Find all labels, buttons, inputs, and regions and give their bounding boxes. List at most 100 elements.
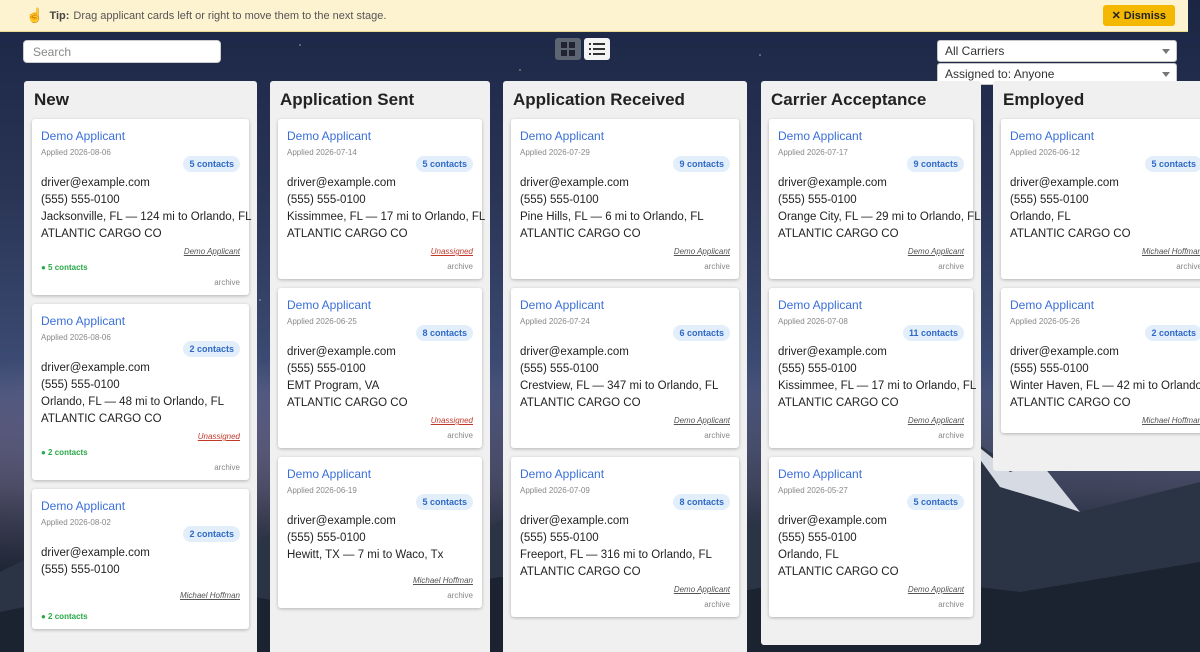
applicant-name-link[interactable]: Demo Applicant bbox=[778, 467, 964, 481]
applicant-email: driver@example.com bbox=[520, 346, 629, 358]
list-icon bbox=[589, 43, 605, 55]
applicant-email: driver@example.com bbox=[1010, 177, 1119, 189]
column-new: New Demo Applicant Applied 2026-08-06 5 … bbox=[24, 81, 257, 652]
applicant-card[interactable]: Demo Applicant Applied 2026-06-25 8 cont… bbox=[278, 288, 482, 448]
contacts-badge[interactable]: 5 contacts bbox=[1145, 156, 1200, 172]
archive-link[interactable]: archive bbox=[1010, 262, 1200, 271]
list-view-button[interactable] bbox=[584, 38, 610, 60]
applicant-card[interactable]: Demo Applicant Applied 2026-07-08 11 con… bbox=[769, 288, 977, 448]
archive-link[interactable]: archive bbox=[287, 262, 473, 271]
archive-link[interactable]: archive bbox=[287, 431, 473, 440]
applicant-card[interactable]: Demo Applicant Applied 2026-08-06 2 cont… bbox=[32, 304, 249, 480]
applicant-phone: (555) 555-0100 bbox=[287, 363, 366, 375]
assignee-link[interactable]: Unassigned bbox=[287, 416, 473, 425]
assignee-link[interactable]: Demo Applicant bbox=[520, 585, 730, 594]
dismiss-label: Dismiss bbox=[1123, 9, 1166, 22]
contacts-badge[interactable]: 6 contacts bbox=[673, 325, 730, 341]
contacts-badge[interactable]: 11 contacts bbox=[902, 325, 964, 341]
contacts-badge[interactable]: 5 contacts bbox=[416, 156, 473, 172]
assignee-link[interactable]: Michael Hoffman bbox=[287, 576, 473, 585]
search-input[interactable] bbox=[23, 40, 221, 63]
applicant-name-link[interactable]: Demo Applicant bbox=[287, 129, 473, 143]
applicant-name-link[interactable]: Demo Applicant bbox=[520, 298, 730, 312]
assignee-link[interactable]: Michael Hoffman bbox=[1010, 416, 1200, 425]
applicant-name-link[interactable]: Demo Applicant bbox=[287, 298, 473, 312]
contacts-badge[interactable]: 9 contacts bbox=[907, 156, 964, 172]
applicant-phone: (555) 555-0100 bbox=[1010, 194, 1089, 206]
grid-icon bbox=[561, 42, 575, 56]
archive-link[interactable]: archive bbox=[41, 278, 240, 287]
dismiss-button[interactable]: ✕ Dismiss bbox=[1102, 5, 1175, 26]
applicant-location: EMT Program, VA bbox=[287, 380, 380, 392]
applicant-name-link[interactable]: Demo Applicant bbox=[41, 129, 240, 143]
contacts-badge[interactable]: 8 contacts bbox=[673, 494, 730, 510]
applicant-name-link[interactable]: Demo Applicant bbox=[778, 298, 964, 312]
applicant-email: driver@example.com bbox=[41, 362, 150, 374]
applicant-card[interactable]: Demo Applicant Applied 2026-08-06 5 cont… bbox=[32, 119, 252, 295]
applicant-email: driver@example.com bbox=[778, 177, 887, 189]
applicant-carrier: ATLANTIC CARGO CO bbox=[1010, 228, 1131, 240]
applicant-location: Jacksonville, FL — 124 mi to Orlando, FL bbox=[41, 211, 252, 223]
applicant-name-link[interactable]: Demo Applicant bbox=[1010, 298, 1200, 312]
archive-link[interactable]: archive bbox=[520, 262, 730, 271]
applicant-email: driver@example.com bbox=[41, 547, 150, 559]
assignee-link[interactable]: Unassigned bbox=[41, 432, 240, 441]
archive-link[interactable]: archive bbox=[778, 262, 964, 271]
archive-link[interactable]: archive bbox=[778, 431, 964, 440]
applicant-card[interactable]: Demo Applicant Applied 2026-07-14 5 cont… bbox=[278, 119, 485, 279]
carrier-select[interactable]: All Carriers bbox=[937, 40, 1177, 62]
assignee-link[interactable]: Michael Hoffman bbox=[41, 591, 240, 600]
assignee-link[interactable]: Unassigned bbox=[287, 247, 473, 256]
archive-link[interactable]: archive bbox=[520, 431, 730, 440]
contacts-badge[interactable]: 8 contacts bbox=[416, 325, 473, 341]
applicant-name-link[interactable]: Demo Applicant bbox=[1010, 129, 1200, 143]
applicant-card[interactable]: Demo Applicant Applied 2026-05-27 5 cont… bbox=[769, 457, 973, 617]
contacts-badge[interactable]: 5 contacts bbox=[907, 494, 964, 510]
contacts-badge[interactable]: 5 contacts bbox=[416, 494, 473, 510]
applicant-location: Winter Haven, FL — 42 mi to Orlando, FL bbox=[1010, 380, 1200, 392]
applicant-name-link[interactable]: Demo Applicant bbox=[520, 129, 730, 143]
grid-view-button[interactable] bbox=[555, 38, 581, 60]
applicant-card[interactable]: Demo Applicant Applied 2026-07-24 6 cont… bbox=[511, 288, 739, 448]
assignee-link[interactable]: Demo Applicant bbox=[778, 416, 964, 425]
column-title: New bbox=[34, 90, 69, 109]
applicant-name-link[interactable]: Demo Applicant bbox=[287, 467, 473, 481]
archive-link[interactable]: archive bbox=[41, 463, 240, 472]
applicant-card[interactable]: Demo Applicant Applied 2026-06-19 5 cont… bbox=[278, 457, 482, 608]
applicant-phone: (555) 555-0100 bbox=[287, 532, 366, 544]
applicant-card[interactable]: Demo Applicant Applied 2026-05-26 2 cont… bbox=[1001, 288, 1200, 433]
applicant-carrier: ATLANTIC CARGO CO bbox=[41, 413, 162, 425]
assignee-link[interactable]: Demo Applicant bbox=[778, 247, 964, 256]
contacts-status: ● 5 contacts bbox=[41, 263, 88, 272]
applicant-carrier: ATLANTIC CARGO CO bbox=[287, 228, 408, 240]
chevron-down-icon bbox=[1162, 72, 1170, 77]
tip-label: Tip: bbox=[49, 9, 70, 22]
applicant-card[interactable]: Demo Applicant Applied 2026-08-02 2 cont… bbox=[32, 489, 249, 629]
contacts-badge[interactable]: 2 contacts bbox=[183, 526, 240, 542]
archive-link[interactable]: archive bbox=[520, 600, 730, 609]
applicant-email: driver@example.com bbox=[287, 515, 396, 527]
contacts-badge[interactable]: 5 contacts bbox=[183, 156, 240, 172]
assignee-link[interactable]: Demo Applicant bbox=[778, 585, 964, 594]
applicant-card[interactable]: Demo Applicant Applied 2026-07-17 9 cont… bbox=[769, 119, 981, 279]
archive-link[interactable]: archive bbox=[778, 600, 964, 609]
assignee-link[interactable]: Demo Applicant bbox=[520, 416, 730, 425]
applicant-location: Kissimmee, FL — 17 mi to Orlando, FL bbox=[778, 380, 977, 392]
assignee-link[interactable]: Demo Applicant bbox=[41, 247, 240, 256]
contacts-badge[interactable]: 2 contacts bbox=[1145, 325, 1200, 341]
tip-banner: ☝ Tip: Drag applicant cards left or righ… bbox=[0, 0, 1188, 32]
contacts-badge[interactable]: 9 contacts bbox=[673, 156, 730, 172]
applicant-card[interactable]: Demo Applicant Applied 2026-07-09 8 cont… bbox=[511, 457, 739, 617]
assignee-link[interactable]: Michael Hoffman bbox=[1010, 247, 1200, 256]
applicant-card[interactable]: Demo Applicant Applied 2026-06-12 5 cont… bbox=[1001, 119, 1200, 279]
applicant-card[interactable]: Demo Applicant Applied 2026-07-29 9 cont… bbox=[511, 119, 739, 279]
archive-link[interactable]: archive bbox=[287, 591, 473, 600]
contacts-badge[interactable]: 2 contacts bbox=[183, 341, 240, 357]
applicant-name-link[interactable]: Demo Applicant bbox=[41, 499, 240, 513]
applicant-name-link[interactable]: Demo Applicant bbox=[520, 467, 730, 481]
applicant-name-link[interactable]: Demo Applicant bbox=[778, 129, 964, 143]
assignee-link[interactable]: Demo Applicant bbox=[520, 247, 730, 256]
column-title: Employed bbox=[1003, 90, 1085, 109]
applicant-location: Hewitt, TX — 7 mi to Waco, Tx bbox=[287, 549, 444, 561]
applicant-name-link[interactable]: Demo Applicant bbox=[41, 314, 240, 328]
